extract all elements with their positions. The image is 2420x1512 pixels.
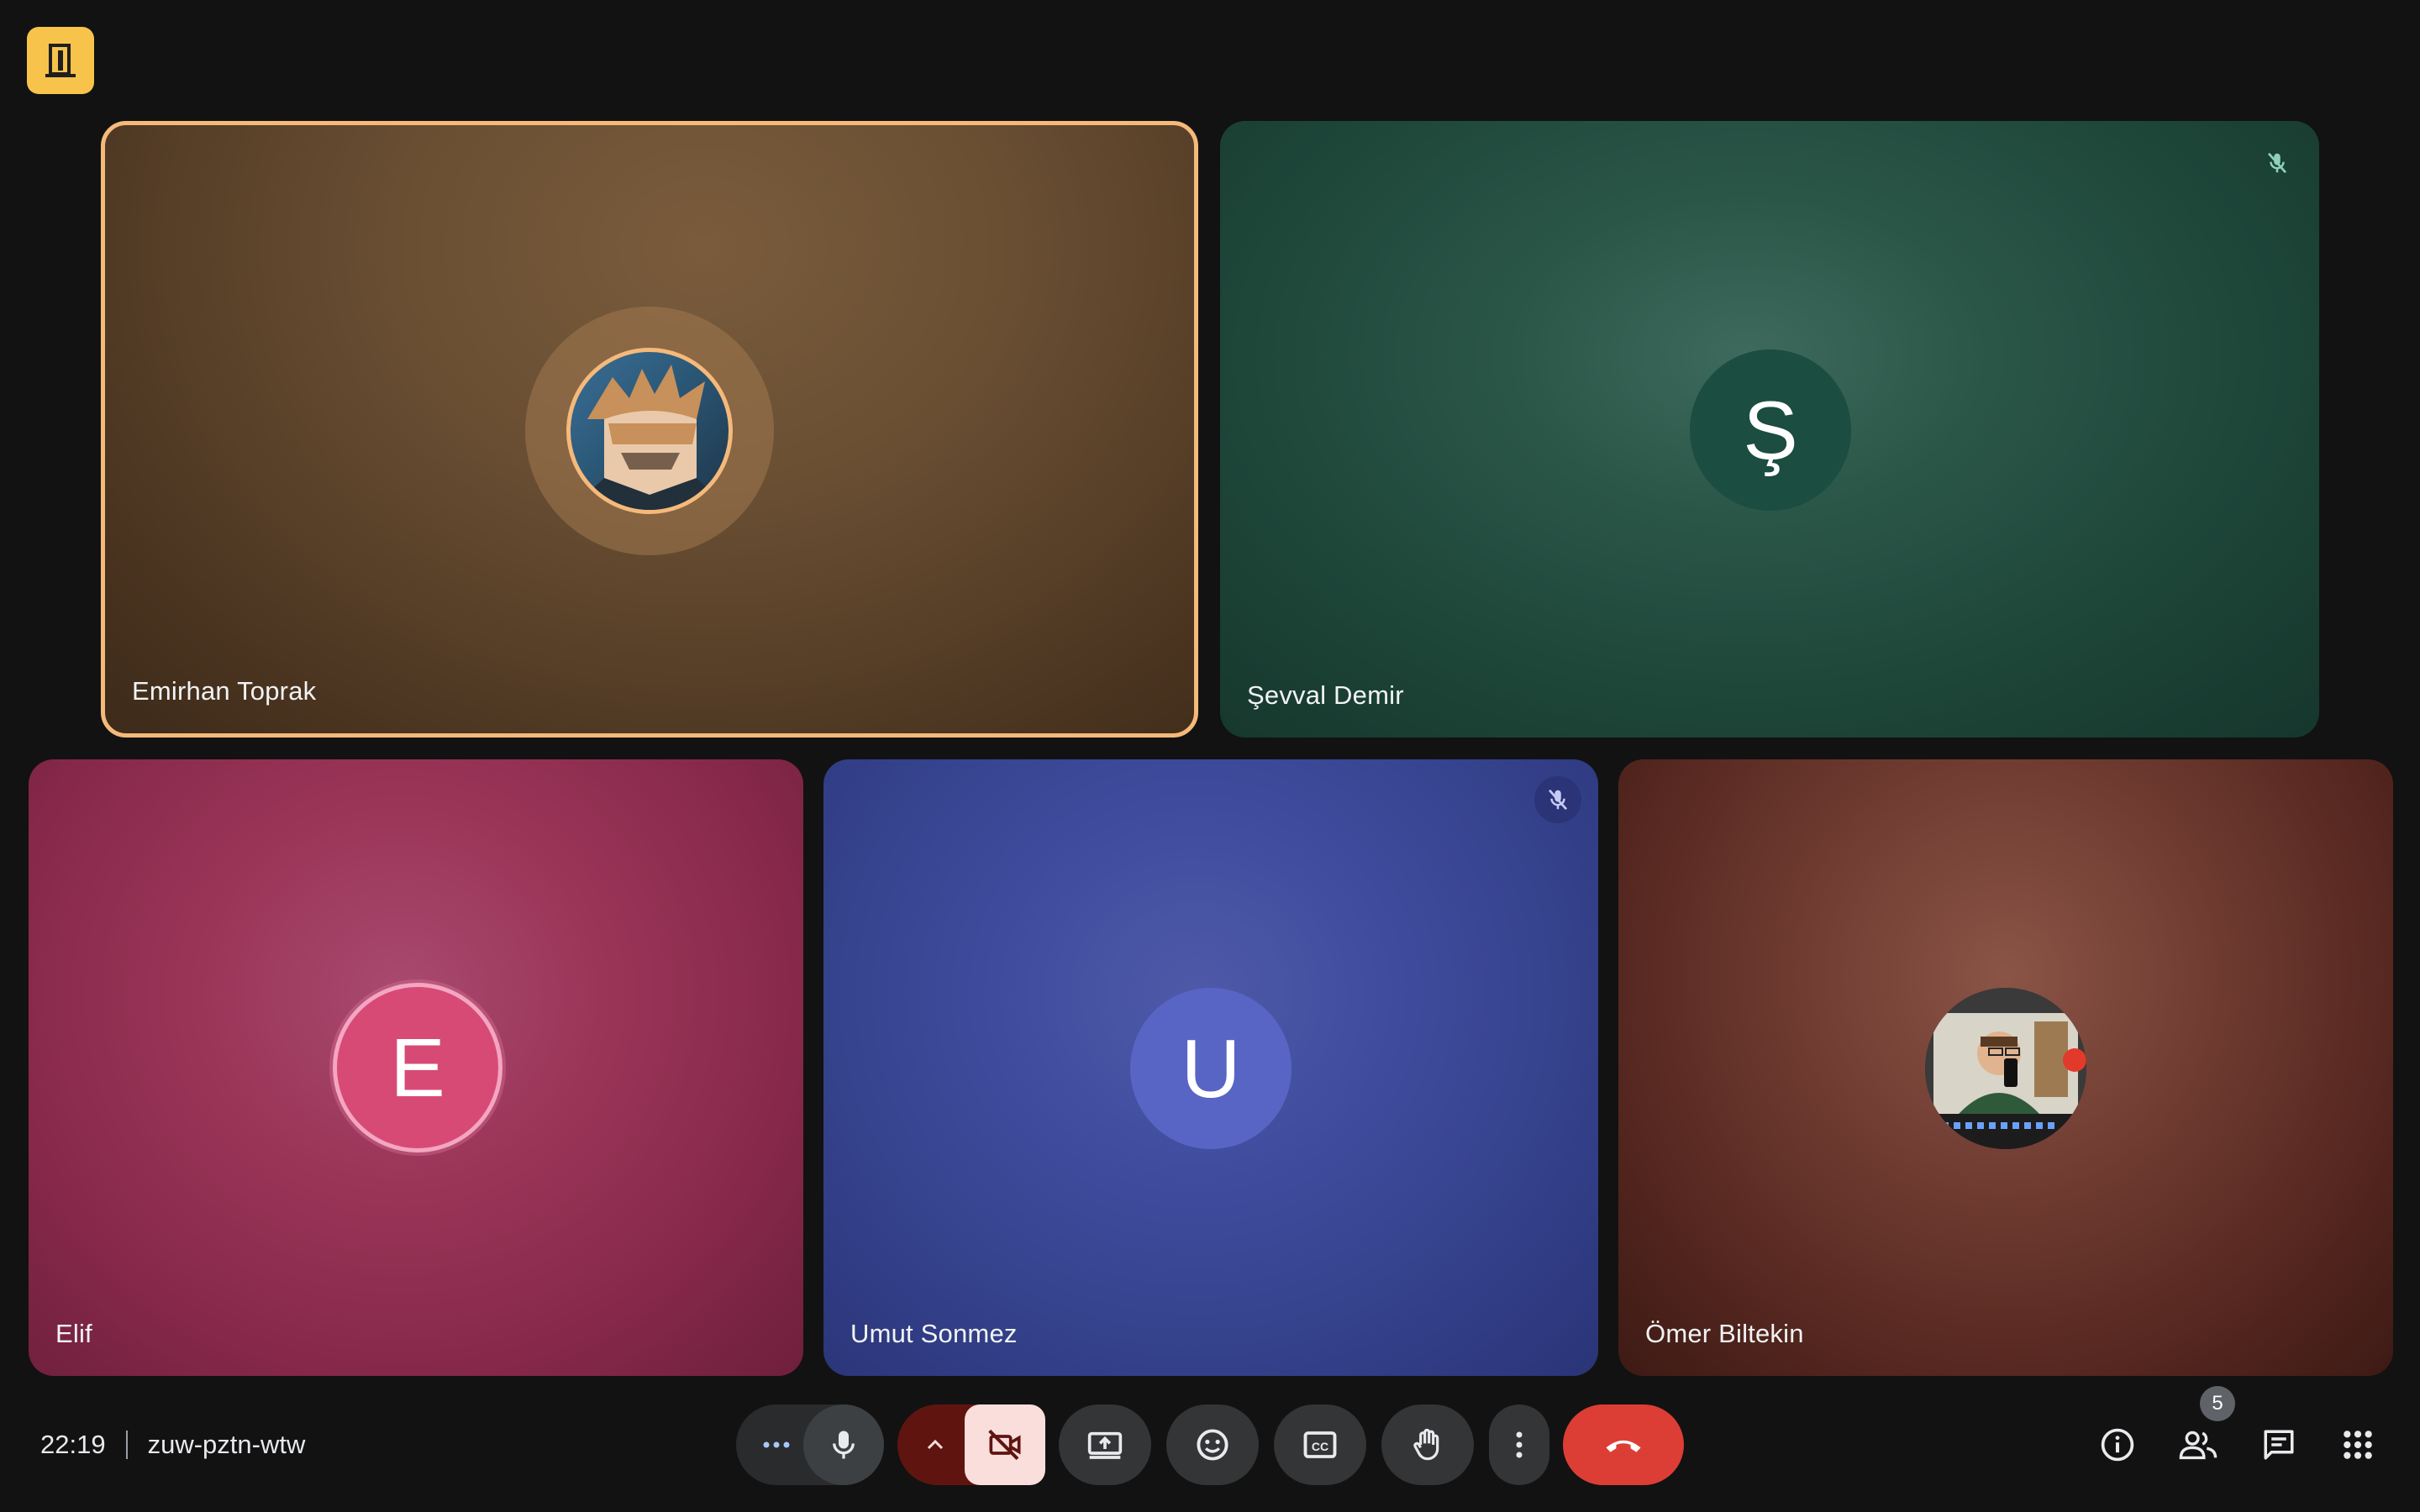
- camera-off-icon: [988, 1429, 1021, 1461]
- avatar: Ş: [1690, 349, 1851, 511]
- microphone-button[interactable]: [803, 1404, 884, 1485]
- avatar: [566, 348, 733, 514]
- more-vertical-icon: [1516, 1431, 1523, 1458]
- participant-tile-emirhan[interactable]: Emirhan Toprak: [101, 121, 1198, 738]
- chat-button[interactable]: [2254, 1420, 2304, 1470]
- closed-captions-icon: CC: [1303, 1431, 1337, 1458]
- raise-hand-icon: [1413, 1428, 1439, 1461]
- people-button[interactable]: 5: [2173, 1386, 2235, 1470]
- participant-name: Emirhan Toprak: [132, 676, 317, 706]
- raise-hand-button[interactable]: [1381, 1404, 1474, 1485]
- muted-indicator: [1534, 776, 1581, 823]
- muted-indicator: [2254, 139, 2301, 186]
- camera-button[interactable]: [965, 1404, 1045, 1485]
- present-screen-icon: [1087, 1431, 1123, 1459]
- participant-name: Elif: [55, 1319, 92, 1348]
- exit-button[interactable]: [27, 27, 94, 94]
- captions-button[interactable]: CC: [1274, 1404, 1366, 1485]
- participant-name: Ömer Biltekin: [1645, 1319, 1804, 1348]
- avatar: E: [333, 983, 502, 1152]
- chat-icon: [2264, 1430, 2294, 1460]
- mic-off-icon: [2267, 152, 2287, 174]
- leave-call-button[interactable]: [1563, 1404, 1684, 1485]
- camera-options-button[interactable]: [897, 1404, 973, 1485]
- meeting-code[interactable]: zuw-pztn-wtw: [148, 1430, 306, 1460]
- chevron-up-icon: [927, 1439, 944, 1450]
- mic-off-icon: [1548, 789, 1568, 811]
- apps-grid-icon: [2344, 1431, 2372, 1459]
- people-icon: [2179, 1431, 2217, 1460]
- participant-name: Umut Sonmez: [850, 1319, 1018, 1348]
- avatar: [1925, 988, 2086, 1149]
- divider: [125, 1431, 128, 1459]
- present-button[interactable]: [1059, 1404, 1151, 1485]
- emoji-icon: [1197, 1429, 1228, 1461]
- participant-tile-umut[interactable]: U Umut Sonmez: [823, 759, 1598, 1376]
- participant-count-badge: 5: [2200, 1386, 2235, 1421]
- hang-up-icon: [1606, 1440, 1641, 1452]
- microphone-icon: [833, 1431, 855, 1459]
- clock: 22:19: [40, 1430, 106, 1459]
- participant-tile-omer[interactable]: Ömer Biltekin: [1618, 759, 2393, 1376]
- camera-control-group: [897, 1404, 1045, 1485]
- participant-tile-elif[interactable]: E Elif: [29, 759, 803, 1376]
- audio-control-group: [736, 1404, 884, 1485]
- meeting-info-button[interactable]: [2092, 1420, 2143, 1470]
- door-exit-icon: [45, 44, 76, 77]
- avatar: U: [1130, 988, 1292, 1149]
- dots-horizontal-icon: [763, 1441, 790, 1448]
- more-options-button[interactable]: [1489, 1404, 1549, 1485]
- svg-text:CC: CC: [1312, 1440, 1328, 1453]
- emoji-reactions-button[interactable]: [1166, 1404, 1259, 1485]
- participant-name: Şevval Demir: [1247, 680, 1404, 710]
- participant-tile-sevval[interactable]: Ş Şevval Demir: [1220, 121, 2319, 738]
- info-icon: [2101, 1428, 2134, 1462]
- activities-button[interactable]: [2333, 1420, 2383, 1470]
- meeting-details: 22:19 zuw-pztn-wtw: [40, 1425, 305, 1464]
